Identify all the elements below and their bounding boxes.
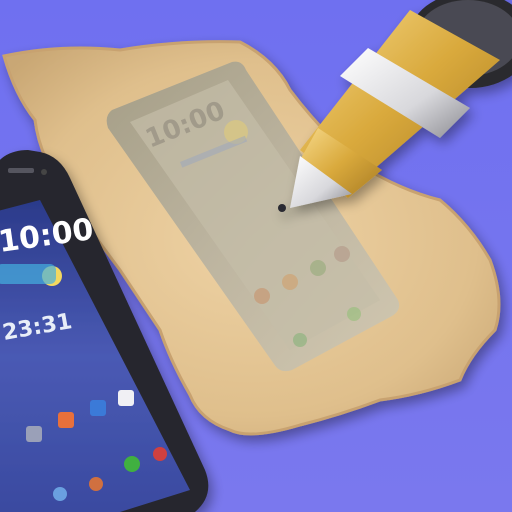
icon-illustration: 10:00 10:00 23:31 xyxy=(0,0,512,512)
app-icon-dock-3 xyxy=(124,456,140,472)
app-icon-dock-4 xyxy=(153,447,167,461)
app-icon-blue xyxy=(90,400,106,416)
app-icon-white xyxy=(118,390,134,406)
app-icon-dock-2 xyxy=(89,477,103,491)
app-icon-dock-1 xyxy=(53,487,67,501)
app-icon: 10:00 10:00 23:31 xyxy=(0,0,512,512)
app-icon-orange xyxy=(58,412,74,428)
app-icon-gear xyxy=(26,426,42,442)
